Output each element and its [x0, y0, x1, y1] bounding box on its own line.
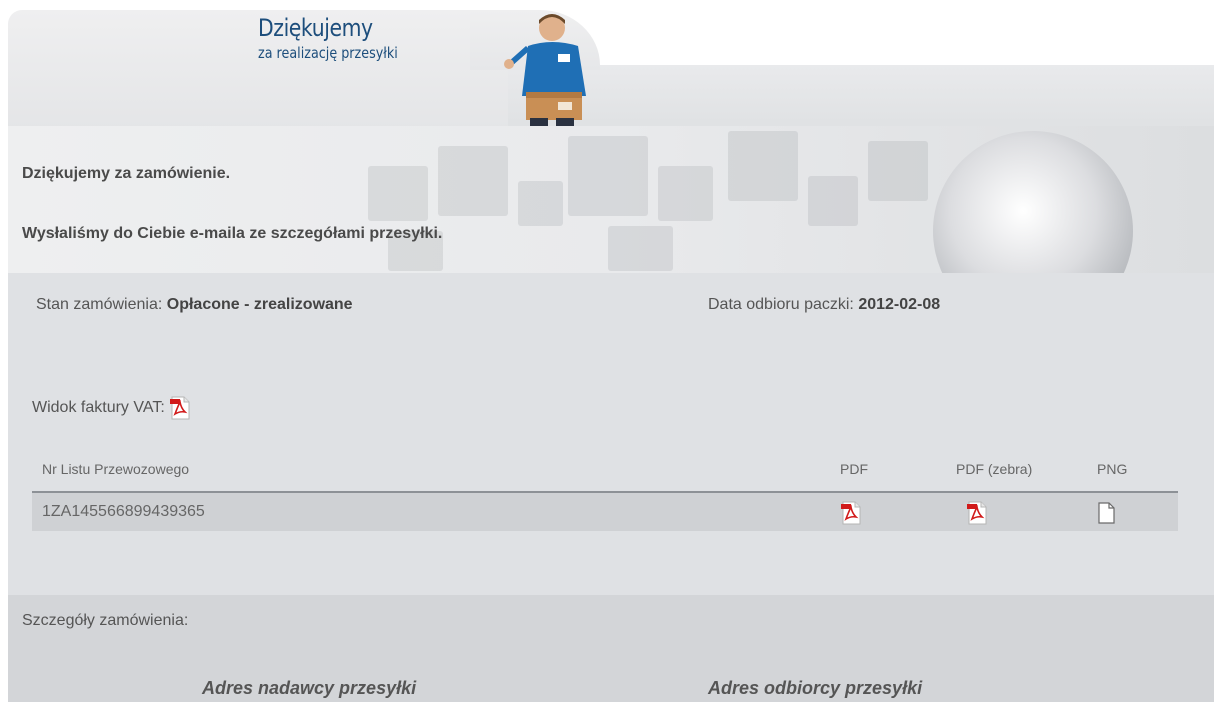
pickup-date: Data odbioru paczki: 2012-02-08: [708, 296, 940, 314]
column-pdf: PDF: [840, 461, 868, 477]
invoice-label: Widok faktury VAT:: [32, 399, 165, 417]
page-subtitle: za realizację przesyłki: [258, 44, 398, 62]
thank-you-message: Dziękujemy za zamówienie.: [22, 165, 231, 182]
email-sent-message: Wysłaliśmy do Ciebie e-maila ze szczegół…: [22, 225, 443, 242]
table-row: 1ZA145566899439365: [32, 493, 1178, 531]
recipient-address-heading: Adres odbiorcy przesyłki: [708, 678, 923, 698]
waybill-number: 1ZA145566899439365: [42, 503, 205, 520]
invoice-pdf-icon[interactable]: [169, 396, 191, 420]
pdf-zebra-icon[interactable]: [966, 501, 988, 525]
png-file-icon[interactable]: [1095, 501, 1117, 525]
sender-address-heading: Adres nadawcy przesyłki: [202, 678, 417, 698]
invoice-view: Widok faktury VAT:: [32, 396, 191, 420]
column-pdf-zebra: PDF (zebra): [956, 461, 1033, 477]
pickup-date-label: Data odbioru paczki:: [708, 296, 854, 313]
globe-image: [933, 131, 1133, 273]
order-info-panel: [8, 273, 1214, 595]
pickup-date-value: 2012-02-08: [858, 296, 941, 313]
header-tab: Dziękujemy za realizację przesyłki: [0, 0, 1214, 130]
order-status-value: Opłacone - zrealizowane: [166, 296, 353, 313]
pdf-icon[interactable]: [840, 501, 862, 525]
confirmation-banner: [8, 126, 1214, 273]
order-status: Stan zamówienia: Opłacone - zrealizowane: [36, 296, 353, 314]
order-status-label: Stan zamówienia:: [36, 296, 163, 313]
column-waybill-number: Nr Listu Przewozowego: [42, 461, 190, 477]
waybill-table-header: Nr Listu Przewozowego PDF PDF (zebra) PN…: [32, 455, 1178, 493]
page-title: Dziękujemy: [258, 14, 373, 42]
order-details-title: Szczegóły zamówienia:: [22, 612, 189, 629]
courier-image: [504, 14, 586, 130]
order-details-panel: [8, 595, 1214, 702]
column-png: PNG: [1097, 461, 1128, 477]
